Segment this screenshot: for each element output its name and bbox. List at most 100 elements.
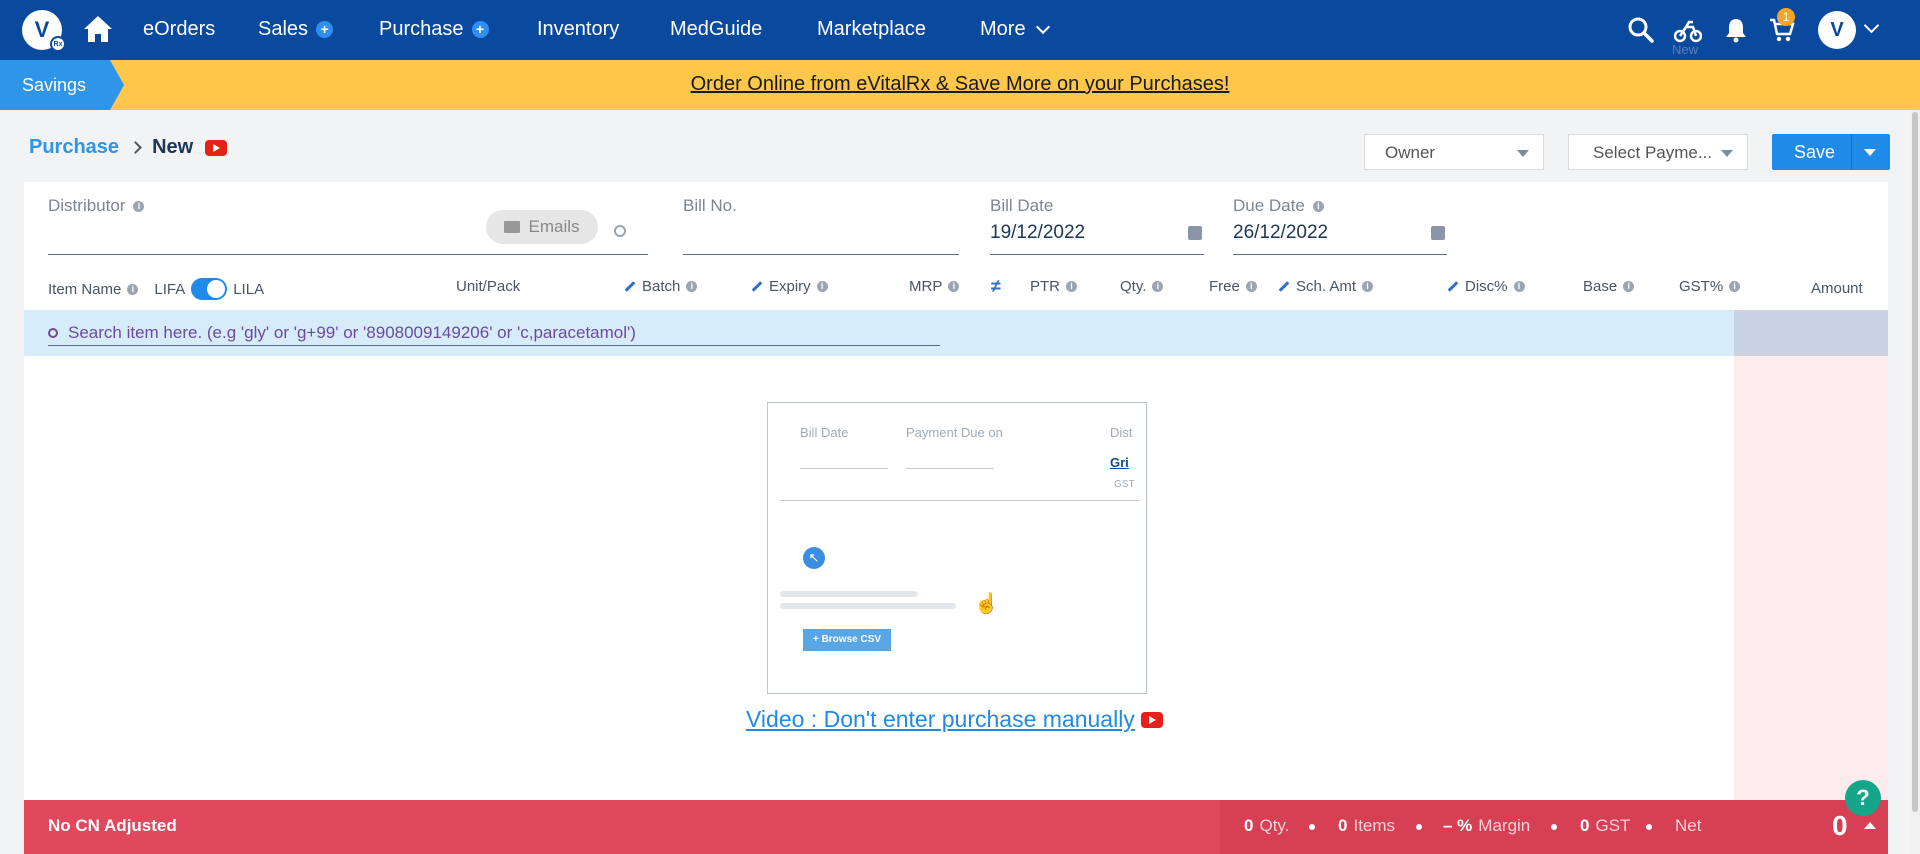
separator-dot [1309, 824, 1315, 830]
thumb-underline [800, 468, 888, 469]
thumb-bar [780, 591, 918, 597]
sales-add-icon[interactable]: + [316, 21, 334, 38]
not-equal-icon[interactable]: ≠ [991, 276, 1001, 297]
col-batch[interactable]: Batch i [624, 278, 698, 295]
nav-more[interactable]: More [980, 18, 1050, 41]
payment-select[interactable]: Select Payme... [1568, 134, 1748, 170]
logo-letter: V [34, 17, 50, 42]
col-amount: Amount [1811, 280, 1863, 297]
thumb-gst: GST [1114, 479, 1135, 490]
youtube-icon[interactable] [205, 139, 228, 156]
new-label: New [1672, 42, 1699, 57]
col-disc-label: Disc% [1465, 278, 1508, 295]
video-thumbnail[interactable]: Bill Date Payment Due on Dist Gri GST ↖ … [767, 402, 1147, 694]
bill-date-value: 19/12/2022 [990, 222, 1086, 243]
calendar-icon[interactable] [1431, 226, 1445, 240]
col-sch-amt-label: Sch. Amt [1296, 278, 1357, 295]
bill-date-field[interactable]: Bill Date 19/12/2022 [990, 196, 1204, 256]
info-icon: i [1312, 200, 1324, 212]
top-navbar: V Rx eOrders Sales + Purchase + Inventor… [0, 0, 1920, 60]
scrollbar-thumb[interactable] [1912, 112, 1918, 812]
col-batch-label: Batch [642, 278, 681, 295]
col-sch-amt[interactable]: Sch. Amt i [1278, 278, 1374, 295]
savings-tag[interactable]: Savings [0, 60, 124, 110]
breadcrumb-purchase[interactable]: Purchase [29, 136, 119, 159]
col-item-name: Item Name i LIFA LILA [48, 278, 264, 300]
due-date-field[interactable]: Due Date i 26/12/2022 [1233, 196, 1447, 256]
nav-medguide[interactable]: MedGuide [670, 18, 762, 41]
caret-up-icon[interactable] [1864, 822, 1876, 829]
footer-items-label: Items [1353, 816, 1396, 835]
info-icon: i [1245, 281, 1257, 292]
save-dropdown-caret-icon[interactable] [1864, 149, 1876, 156]
footer-items: 0 Items [1338, 816, 1395, 836]
col-ptr-label: PTR [1030, 278, 1060, 295]
banner-link[interactable]: Order Online from eVitalRx & Save More o… [0, 73, 1920, 96]
col-ptr: PTR i [1030, 278, 1077, 295]
nav-marketplace[interactable]: Marketplace [817, 18, 926, 41]
due-date-underline [1233, 254, 1447, 255]
search-icon[interactable] [1627, 16, 1655, 44]
col-unit-pack: Unit/Pack [456, 278, 520, 295]
nav-eorders[interactable]: eOrders [143, 18, 215, 41]
nav-purchase-label: Purchase [379, 18, 464, 40]
delivery-bike-icon[interactable] [1674, 16, 1702, 44]
nav-more-label: More [980, 18, 1026, 40]
save-button[interactable]: Save [1772, 134, 1890, 170]
footer-gst-value: 0 [1580, 816, 1590, 835]
due-date-value: 26/12/2022 [1233, 222, 1329, 243]
breadcrumb: Purchase New [29, 136, 228, 159]
owner-select[interactable]: Owner [1364, 134, 1544, 170]
pencil-icon[interactable] [1447, 281, 1459, 292]
owner-select-value: Owner [1385, 143, 1436, 162]
nav-purchase[interactable]: Purchase + [379, 18, 489, 41]
bell-icon[interactable] [1722, 16, 1750, 44]
avatar-letter: V [1830, 18, 1844, 41]
info-icon: i [1729, 281, 1741, 292]
hand-cursor-icon: ☝ [974, 593, 999, 615]
item-search-placeholder: Search item here. (e.g 'gly' or 'g+99' o… [68, 322, 636, 342]
col-mrp-label: MRP [909, 278, 943, 295]
col-item-name-label: Item Name [48, 280, 122, 298]
thumb-payment-due: Payment Due on [906, 425, 1003, 440]
footer-margin: – % Margin [1443, 816, 1530, 836]
col-mrp: MRP i [909, 278, 960, 295]
bill-no-field[interactable]: Bill No. [683, 196, 959, 256]
col-free: Free i [1209, 278, 1257, 295]
thumb-link: Gri [1110, 455, 1129, 470]
pencil-icon[interactable] [624, 281, 636, 292]
video-link[interactable]: Video : Don't enter purchase manually [746, 706, 1163, 733]
emails-button[interactable]: Emails [486, 210, 598, 244]
avatar[interactable]: V [1818, 11, 1856, 49]
lifa-lila-toggle[interactable] [191, 278, 228, 300]
home-icon[interactable] [82, 14, 114, 44]
purchase-add-icon[interactable]: + [471, 21, 489, 38]
col-disc[interactable]: Disc% i [1447, 278, 1525, 295]
help-button[interactable]: ? [1845, 780, 1881, 816]
nav-sales[interactable]: Sales + [258, 18, 334, 41]
evitalrx-logo[interactable]: V Rx [22, 10, 66, 52]
separator-dot [1416, 824, 1422, 830]
nav-eorders-label: eOrders [143, 18, 216, 40]
chevron-down-icon[interactable] [1863, 17, 1880, 34]
cart-count-badge: 1 [1777, 8, 1795, 26]
nav-inventory-label: Inventory [537, 18, 620, 40]
pencil-icon[interactable] [751, 281, 763, 292]
lila-label: LILA [233, 280, 265, 298]
info-icon: i [816, 281, 828, 292]
search-icon[interactable] [614, 225, 626, 237]
thumb-dist: Dist [1110, 425, 1133, 440]
nav-marketplace-label: Marketplace [817, 18, 926, 40]
separator-dot [1551, 824, 1557, 830]
distributor-input-underline [48, 254, 648, 255]
col-unit-pack-label: Unit/Pack [456, 278, 521, 295]
pencil-icon[interactable] [1278, 281, 1290, 292]
col-expiry[interactable]: Expiry i [751, 278, 828, 295]
item-search-input[interactable]: Search item here. (e.g 'gly' or 'g+99' o… [48, 320, 940, 346]
footer-net: Net [1675, 816, 1701, 836]
video-link-label: Video : Don't enter purchase manually [746, 706, 1135, 732]
calendar-icon[interactable] [1188, 226, 1202, 240]
footer-net-label: Net [1675, 816, 1702, 835]
cn-status[interactable]: No CN Adjusted [48, 816, 177, 836]
nav-inventory[interactable]: Inventory [537, 18, 619, 41]
